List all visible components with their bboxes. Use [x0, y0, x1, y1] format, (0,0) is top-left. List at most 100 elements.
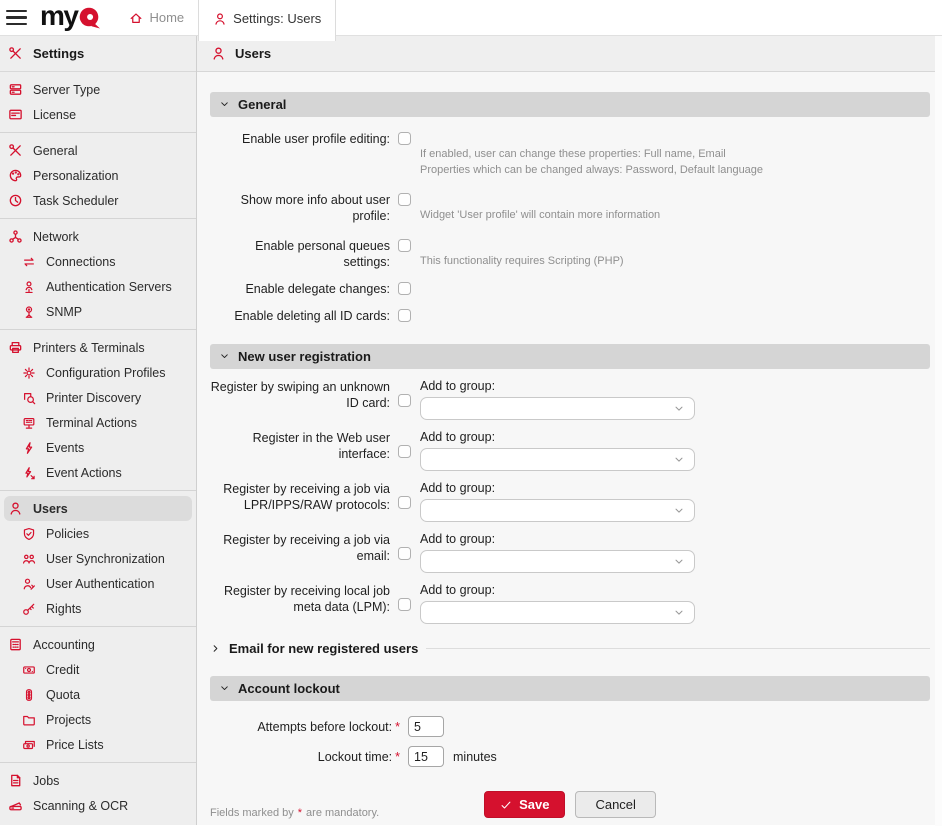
sidebar-item-connections[interactable]: Connections — [4, 249, 192, 274]
add-to-group-select[interactable] — [420, 499, 695, 522]
section-header-account-lockout[interactable]: Account lockout — [210, 676, 930, 701]
tab-settings-users[interactable]: Settings: Users — [198, 0, 336, 41]
section-header-general[interactable]: General — [210, 92, 930, 117]
checkbox[interactable] — [398, 445, 411, 458]
checkbox[interactable] — [398, 547, 411, 560]
sidebar-item-label: Authentication Servers — [46, 280, 172, 294]
server-icon — [8, 82, 23, 97]
sidebar-item-accounting[interactable]: Accounting — [4, 632, 192, 657]
palette-icon — [8, 168, 23, 183]
sidebar-item-projects[interactable]: Projects — [4, 707, 192, 732]
field-hint: This functionality requires Scripting (P… — [420, 253, 930, 269]
add-to-group-label: Add to group: — [420, 532, 930, 547]
sidebar-item-label: Policies — [46, 527, 89, 541]
sidebar-item-price-lists[interactable]: Price Lists — [4, 732, 192, 757]
sidebar-item-credit[interactable]: Credit — [4, 657, 192, 682]
sidebar-item-label: Printer Discovery — [46, 391, 141, 405]
checkbox[interactable] — [398, 394, 411, 407]
sidebar-item-scanning-ocr[interactable]: Scanning & OCR — [4, 793, 192, 818]
sidebar-item-event-actions[interactable]: Event Actions — [4, 460, 192, 485]
sidebar-item-label: Accounting — [33, 638, 95, 652]
scrollbar[interactable] — [935, 36, 942, 826]
sidebar-item-rights[interactable]: Rights — [4, 596, 192, 621]
sidebar-item-printers-terminals[interactable]: Printers & Terminals — [4, 335, 192, 360]
sidebar-item-network[interactable]: Network — [4, 224, 192, 249]
save-button[interactable]: Save — [484, 791, 565, 818]
sidebar-item-task-scheduler[interactable]: Task Scheduler — [4, 188, 192, 213]
sidebar-item-printer-discovery[interactable]: Printer Discovery — [4, 385, 192, 410]
field-label: Lockout time:* — [210, 750, 400, 764]
sidebar-item-terminal-actions[interactable]: Terminal Actions — [4, 410, 192, 435]
settings-content: General Enable user profile editing:If e… — [197, 72, 942, 825]
field-label: Register by receiving local job meta dat… — [210, 583, 390, 624]
add-to-group: Add to group: — [420, 379, 930, 420]
checkbox[interactable] — [398, 193, 411, 206]
sidebar-item-general[interactable]: General — [4, 138, 192, 163]
tab-label: Home — [149, 10, 184, 25]
checkbox[interactable] — [398, 239, 411, 252]
lockout-time-input[interactable] — [408, 746, 444, 767]
registration-row-register-by-receiving-a-job-via-email: Register by receiving a job via email: Ad… — [210, 532, 930, 573]
sidebar-item-label: Users — [33, 502, 68, 516]
sidebar-divider — [0, 132, 196, 133]
sidebar-item-authentication-servers[interactable]: Authentication Servers — [4, 274, 192, 299]
sidebar-item-label: Terminal Actions — [46, 416, 137, 430]
page-title: Users — [235, 46, 271, 61]
sidebar-item-server-type[interactable]: Server Type — [4, 77, 192, 102]
sidebar-item-quota[interactable]: Quota — [4, 682, 192, 707]
add-to-group: Add to group: — [420, 481, 930, 522]
cancel-button[interactable]: Cancel — [575, 791, 655, 818]
page-header: Users — [197, 36, 942, 72]
section-header-new-user-registration[interactable]: New user registration — [210, 344, 930, 369]
sidebar-item-license[interactable]: License — [4, 102, 192, 127]
field-hint: Properties which can be changed always: … — [420, 162, 930, 178]
section-title: General — [238, 97, 286, 112]
section-rule — [426, 648, 930, 649]
attempts-before-lockout-input[interactable] — [408, 716, 444, 737]
sidebar-item-snmp[interactable]: SNMP — [4, 299, 192, 324]
sidebar-title: Settings — [0, 36, 196, 72]
connections-icon — [22, 255, 36, 269]
sidebar-item-user-authentication[interactable]: User Authentication — [4, 571, 192, 596]
field-hint: If enabled, user can change these proper… — [420, 146, 930, 162]
sidebar-item-label: User Authentication — [46, 577, 154, 591]
sidebar-item-user-synchronization[interactable]: User Synchronization — [4, 546, 192, 571]
general-row-show-more-info-about-user-profile: Show more info about user profile: Widget… — [210, 192, 930, 224]
checkbox[interactable] — [398, 132, 411, 145]
chevron-down-icon — [673, 556, 685, 568]
sidebar-item-label: Scanning & OCR — [33, 799, 128, 813]
add-to-group-label: Add to group: — [420, 379, 930, 394]
sidebar-item-configuration-profiles[interactable]: Configuration Profiles — [4, 360, 192, 385]
add-to-group-select[interactable] — [420, 550, 695, 573]
menu-icon[interactable] — [0, 0, 34, 35]
sidebar-item-events[interactable]: Events — [4, 435, 192, 460]
checkbox[interactable] — [398, 496, 411, 509]
myq-logo[interactable]: my — [40, 0, 101, 35]
field-hints: Widget 'User profile' will contain more … — [420, 192, 930, 224]
required-asterisk: * — [395, 750, 400, 764]
section-header-email-for-new-registered-users[interactable]: Email for new registered users — [210, 641, 930, 656]
field-label: Register by receiving a job via email: — [210, 532, 390, 573]
sidebar-item-label: Connections — [46, 255, 116, 269]
sidebar-item-policies[interactable]: Policies — [4, 521, 192, 546]
tab-home[interactable]: Home — [115, 0, 198, 35]
sidebar-item-personalization[interactable]: Personalization — [4, 163, 192, 188]
sidebar-item-jobs[interactable]: Jobs — [4, 768, 192, 793]
logo-text: my — [40, 2, 77, 33]
add-to-group-select[interactable] — [420, 601, 695, 624]
mandatory-note: Fields marked by*are mandatory. — [210, 807, 379, 819]
sidebar-item-label: Quota — [46, 688, 80, 702]
checkbox[interactable] — [398, 598, 411, 611]
sidebar-item-users[interactable]: Users — [4, 496, 192, 521]
add-to-group-select[interactable] — [420, 397, 695, 420]
printer-icon — [8, 340, 23, 355]
chevron-down-icon — [219, 683, 230, 694]
checkbox[interactable] — [398, 309, 411, 322]
field-label: Show more info about user profile: — [210, 192, 390, 224]
license-icon — [8, 107, 23, 122]
sidebar-item-label: Server Type — [33, 83, 100, 97]
checkbox[interactable] — [398, 282, 411, 295]
price-list-icon — [22, 738, 36, 752]
add-to-group-select[interactable] — [420, 448, 695, 471]
terminal-icon — [22, 416, 36, 430]
